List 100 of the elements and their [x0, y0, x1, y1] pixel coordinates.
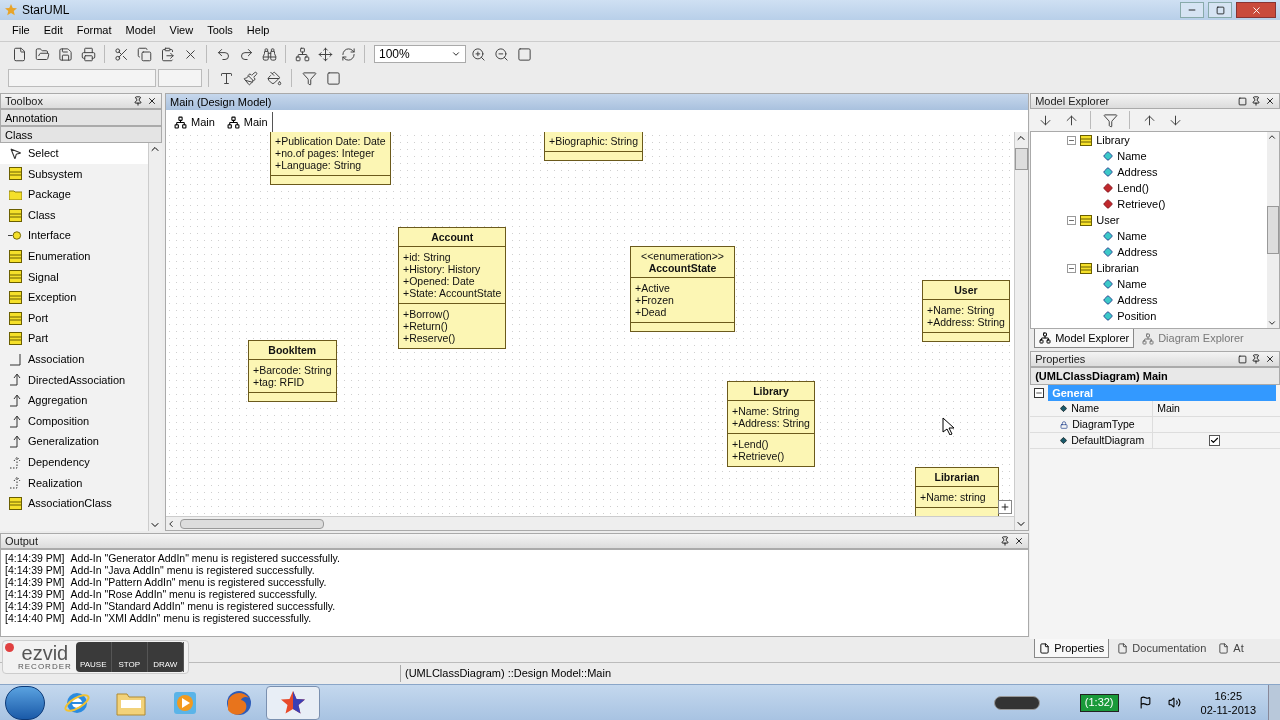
class-attribute: +id: String — [403, 251, 452, 263]
pin-icon[interactable] — [1251, 96, 1261, 106]
tree-item[interactable]: Lend() — [1117, 179, 1149, 197]
toolbox-item[interactable]: Class — [0, 204, 148, 226]
tree-item[interactable]: Address — [1117, 163, 1158, 181]
class-attribute: +State: AccountState — [403, 287, 502, 299]
toolbox-item[interactable]: Port — [0, 307, 148, 329]
toolbox-item[interactable]: Generalization — [0, 431, 148, 452]
close-icon[interactable] — [147, 96, 157, 106]
maximize-icon[interactable] — [1238, 354, 1247, 364]
properties-tab[interactable]: Documentation — [1113, 639, 1211, 658]
recorder-button[interactable]: STOP — [111, 642, 148, 672]
close-icon[interactable] — [1265, 354, 1275, 364]
toolbox-item[interactable]: Exception — [0, 287, 148, 308]
flag-icon[interactable] — [1138, 696, 1152, 709]
close-icon[interactable] — [1014, 536, 1025, 546]
tree-item[interactable]: Retrieve() — [1117, 195, 1166, 213]
toolbox-item[interactable]: Composition — [0, 410, 148, 432]
class-name: User — [953, 284, 979, 296]
globe-fox-icon — [225, 688, 253, 717]
toolbox-item[interactable]: Enumeration — [0, 245, 148, 267]
property-name: DiagramType — [1072, 416, 1135, 432]
property-name: Name — [1071, 400, 1100, 416]
volume-icon[interactable] — [1167, 696, 1181, 709]
document-icon — [1218, 643, 1230, 654]
tree-item[interactable]: Address — [1117, 243, 1158, 261]
toolbox-group[interactable]: Annotation — [0, 109, 162, 126]
class-element-icon — [8, 167, 22, 181]
tree-item[interactable]: Address — [1117, 291, 1158, 309]
dashed-arrow-icon — [8, 455, 22, 469]
properties-tab[interactable]: Properties — [1034, 639, 1110, 658]
toolbox-item[interactable]: Aggregation — [0, 390, 148, 411]
close-icon[interactable] — [1265, 96, 1275, 106]
tree-item[interactable]: Library — [1096, 132, 1130, 149]
toolbox-item[interactable]: Select — [0, 143, 148, 164]
scroll-thumb[interactable] — [1267, 206, 1279, 254]
expander-icon[interactable] — [1067, 135, 1077, 145]
toolbox-item[interactable]: Realization — [0, 472, 148, 494]
class-element-icon — [1080, 134, 1093, 146]
menu-item[interactable]: File — [12, 22, 30, 39]
diagram-tab[interactable]: Main — [170, 112, 219, 132]
class-element-icon — [1080, 262, 1093, 274]
start-button[interactable] — [5, 685, 45, 720]
tree-item[interactable]: Position — [1117, 307, 1157, 325]
taskbar-app[interactable] — [266, 685, 320, 720]
scroll-thumb[interactable] — [1015, 148, 1029, 170]
pin-icon[interactable] — [1000, 536, 1011, 546]
menu-item[interactable]: View — [169, 22, 194, 39]
recorder-logo: ezvid — [21, 643, 69, 663]
attribute-icon — [1103, 247, 1114, 257]
pin-icon[interactable] — [1251, 354, 1261, 364]
explorer-icon — [1039, 332, 1052, 344]
log-message: Add-In "Rose AddIn" menu is registered successfully. — [70, 588, 318, 600]
tree-item[interactable]: Name — [1117, 275, 1147, 293]
expander-icon[interactable] — [1067, 215, 1077, 225]
maximize-icon[interactable] — [1238, 96, 1247, 106]
toolbox-item[interactable]: DirectedAssociation — [0, 369, 148, 391]
recorder-button[interactable]: PAUSE — [75, 642, 112, 672]
font-size-field[interactable] — [158, 69, 202, 87]
minimize-button[interactable] — [1180, 2, 1204, 18]
tree-item[interactable]: User — [1096, 211, 1120, 229]
scroll-thumb[interactable] — [180, 518, 324, 529]
toolbox-item[interactable]: Signal — [0, 266, 148, 288]
class-name: Account — [430, 231, 475, 243]
minus-icon — [1035, 389, 1044, 397]
property-value[interactable]: Main — [1157, 400, 1180, 417]
pin-icon[interactable] — [133, 96, 143, 106]
explorer-tab[interactable]: Diagram Explorer — [1138, 329, 1248, 348]
scroll-left-icon[interactable] — [166, 518, 176, 529]
toolbox-item[interactable]: Dependency — [0, 451, 148, 473]
recorder-button[interactable]: DRAW — [147, 642, 184, 672]
toolbox-item[interactable]: AssociationClass — [0, 493, 148, 514]
menu-item[interactable]: Tools — [207, 22, 233, 39]
toolbox-item[interactable]: Interface — [0, 225, 148, 246]
menu-item[interactable]: Model — [125, 22, 156, 39]
scroll-down-icon[interactable] — [1267, 318, 1277, 328]
recorder-close-icon[interactable] — [5, 643, 14, 652]
tree-item[interactable]: Name — [1117, 227, 1147, 245]
zoom-field[interactable]: 100% — [374, 45, 466, 63]
explorer-tab[interactable]: Model Explorer — [1034, 329, 1135, 348]
tree-item[interactable]: Name — [1117, 147, 1147, 165]
toolbox-item[interactable]: Package — [0, 184, 148, 205]
menu-item[interactable]: Help — [246, 22, 270, 39]
toolbox-item[interactable]: Association — [0, 348, 148, 370]
checkbox[interactable] — [1209, 435, 1221, 446]
toolbox-item[interactable]: Part — [0, 328, 148, 349]
menu-item[interactable]: Format — [76, 22, 112, 39]
menu-item[interactable]: Edit — [43, 22, 63, 39]
tree-item[interactable]: Librarian — [1096, 259, 1139, 277]
properties-tab[interactable]: At — [1214, 639, 1248, 658]
font-name-field[interactable] — [8, 69, 156, 87]
maximize-button[interactable] — [1208, 2, 1232, 18]
toolbox-item[interactable]: Subsystem — [0, 163, 148, 185]
class-element-icon — [8, 290, 22, 304]
scroll-up-icon[interactable] — [1267, 132, 1277, 142]
attribute-icon — [1103, 151, 1114, 161]
class-operation: +Return() — [403, 320, 449, 332]
section-toggle-icon[interactable] — [1034, 388, 1045, 398]
toolbox-group[interactable]: Class — [0, 126, 162, 143]
expander-icon[interactable] — [1067, 263, 1077, 273]
